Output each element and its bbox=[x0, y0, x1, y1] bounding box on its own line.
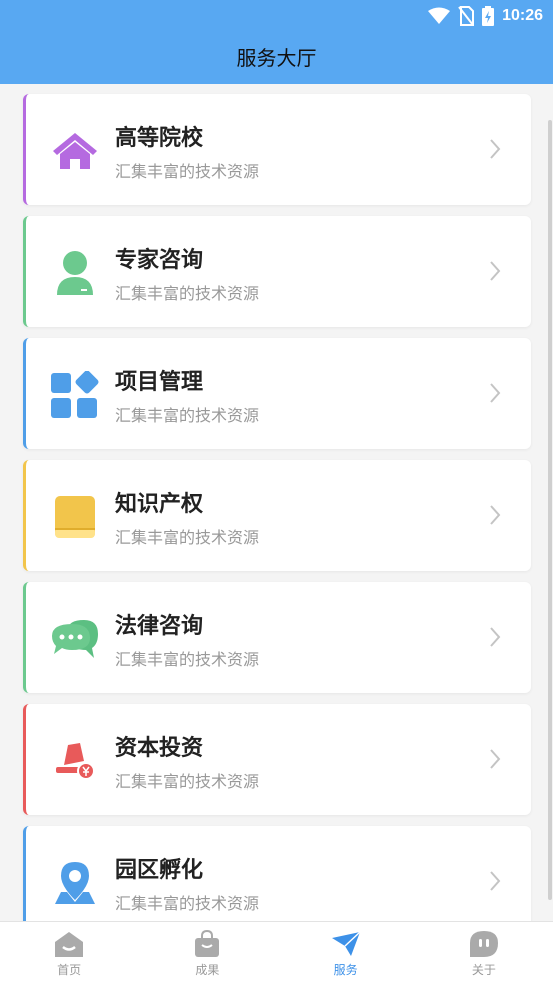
book-icon bbox=[50, 492, 100, 542]
service-title: 知识产权 bbox=[115, 492, 204, 517]
service-subtitle: 汇集丰富的技术资源 bbox=[115, 162, 260, 181]
chevron-right-icon bbox=[490, 871, 501, 891]
tab-label: 成果 bbox=[195, 963, 220, 977]
tab-label: 关于 bbox=[471, 963, 496, 977]
service-list: 高等院校 汇集丰富的技术资源 专家咨询 汇集丰富的技术资源 项目管理 汇集丰富的… bbox=[23, 94, 531, 948]
face-icon bbox=[469, 931, 498, 957]
service-title: 项目管理 bbox=[115, 370, 204, 395]
scrollbar[interactable] bbox=[548, 120, 552, 900]
chat-icon bbox=[50, 614, 100, 664]
chevron-right-icon bbox=[490, 139, 501, 159]
service-card-university[interactable]: 高等院校 汇集丰富的技术资源 bbox=[23, 94, 531, 205]
tab-achievements[interactable]: 成果 bbox=[138, 922, 276, 983]
status-bar: 10:26 bbox=[428, 4, 543, 28]
app-header: 10:26 服务大厅 bbox=[0, 0, 553, 84]
service-subtitle: 汇集丰富的技术资源 bbox=[115, 406, 260, 425]
person-icon bbox=[50, 248, 100, 298]
service-card-capital[interactable]: 资本投资 汇集丰富的技术资源 bbox=[23, 704, 531, 815]
tab-services[interactable]: 服务 bbox=[277, 922, 415, 983]
tab-label: 服务 bbox=[333, 963, 358, 977]
home-icon bbox=[55, 932, 84, 957]
service-title: 法律咨询 bbox=[115, 614, 204, 639]
service-card-legal[interactable]: 法律咨询 汇集丰富的技术资源 bbox=[23, 582, 531, 693]
service-subtitle: 汇集丰富的技术资源 bbox=[115, 284, 260, 303]
tab-home[interactable]: 首页 bbox=[0, 922, 138, 983]
send-icon bbox=[331, 931, 361, 956]
wifi-icon bbox=[428, 7, 451, 24]
service-subtitle: 汇集丰富的技术资源 bbox=[115, 650, 260, 669]
service-card-ip[interactable]: 知识产权 汇集丰富的技术资源 bbox=[23, 460, 531, 571]
bag-icon bbox=[195, 930, 220, 957]
chevron-right-icon bbox=[490, 383, 501, 403]
invest-icon bbox=[50, 736, 100, 786]
location-icon bbox=[50, 858, 100, 908]
service-title: 园区孵化 bbox=[115, 858, 204, 883]
house-icon bbox=[50, 126, 100, 176]
service-card-project[interactable]: 项目管理 汇集丰富的技术资源 bbox=[23, 338, 531, 449]
tab-about[interactable]: 关于 bbox=[415, 922, 553, 983]
page-title: 服务大厅 bbox=[236, 46, 317, 70]
no-sim-icon bbox=[458, 6, 475, 26]
service-title: 高等院校 bbox=[115, 126, 204, 151]
service-title: 资本投资 bbox=[115, 736, 204, 761]
chevron-right-icon bbox=[490, 749, 501, 769]
grid-icon bbox=[50, 370, 100, 420]
battery-icon bbox=[482, 6, 495, 26]
chevron-right-icon bbox=[490, 505, 501, 525]
status-time: 10:26 bbox=[502, 7, 543, 24]
service-card-expert[interactable]: 专家咨询 汇集丰富的技术资源 bbox=[23, 216, 531, 327]
service-title: 专家咨询 bbox=[115, 248, 204, 273]
service-subtitle: 汇集丰富的技术资源 bbox=[115, 772, 260, 791]
bottom-tab-bar: 首页 成果 服务 关于 bbox=[0, 921, 553, 983]
chevron-right-icon bbox=[490, 261, 501, 281]
service-subtitle: 汇集丰富的技术资源 bbox=[115, 894, 260, 913]
tab-label: 首页 bbox=[57, 963, 82, 977]
chevron-right-icon bbox=[490, 627, 501, 647]
service-subtitle: 汇集丰富的技术资源 bbox=[115, 528, 260, 547]
